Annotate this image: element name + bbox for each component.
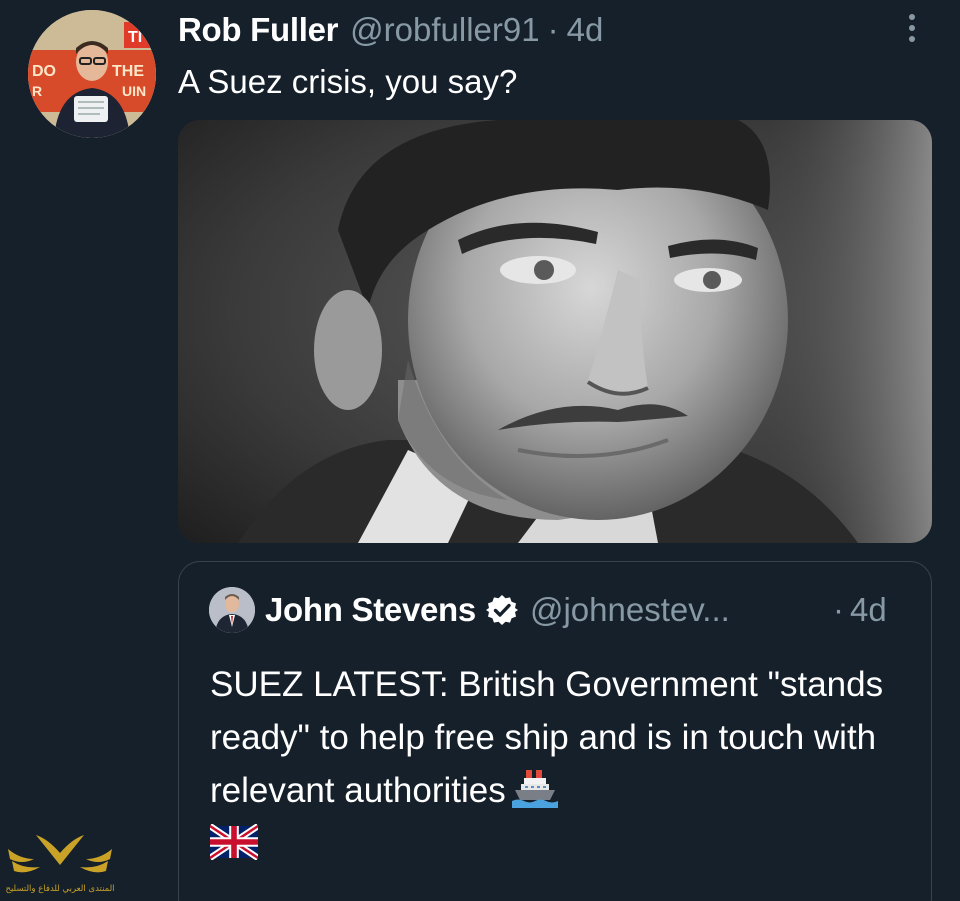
more-dot: [909, 36, 915, 42]
tweet-header: Rob Fuller @robfuller91 · 4d: [178, 8, 603, 52]
quoted-avatar-photo: [209, 587, 255, 633]
watermark-logo: المنتدى العربي للدفاع والتسليح: [0, 825, 120, 899]
quoted-tweet-text: SUEZ LATEST: British Government "stands …: [210, 658, 910, 817]
avatar-sign-text-3: THE: [112, 63, 144, 80]
tweet-timestamp[interactable]: 4d: [567, 11, 604, 49]
more-dot: [909, 14, 915, 20]
verified-badge-icon: [485, 594, 518, 626]
avatar-sign-text-4: R: [32, 83, 42, 99]
quoted-tweet-timestamp[interactable]: 4d: [850, 591, 887, 629]
svg-text:المنتدى العربي للدفاع والتسليح: المنتدى العربي للدفاع والتسليح: [5, 884, 114, 894]
more-options-icon[interactable]: [898, 10, 926, 46]
avatar-photo: TI DO THE R UIN: [28, 10, 156, 138]
tweet-view: TI DO THE R UIN Rob Fuller @robfuller91 …: [0, 0, 960, 901]
author-handle[interactable]: @robfuller91: [350, 11, 539, 49]
avatar-sign-text-2: DO: [32, 63, 56, 80]
quoted-tweet-header: John Stevens @johnestev...: [265, 588, 730, 632]
quoted-author-handle[interactable]: @johnestev...: [530, 591, 730, 629]
header-separator: ·: [547, 11, 559, 48]
author-name[interactable]: Rob Fuller: [178, 11, 338, 49]
avatar-sign-text-1: TI: [128, 29, 142, 46]
more-dot: [909, 25, 915, 31]
tweet-photo[interactable]: [178, 120, 932, 543]
quoted-separator: ·: [833, 591, 844, 628]
quoted-author-name[interactable]: John Stevens: [265, 591, 476, 629]
portrait-image: [178, 120, 932, 543]
quoted-tweet-card[interactable]: John Stevens @johnestev... · 4d SUEZ LAT…: [178, 561, 932, 901]
quoted-tweet-meta: · 4d: [833, 588, 887, 632]
tweet-text: A Suez crisis, you say?: [178, 63, 518, 100]
ship-icon: [511, 766, 558, 808]
avatar-sign-text-5: UIN: [122, 83, 146, 99]
uk-flag-icon: [210, 824, 258, 860]
quoted-author-avatar[interactable]: [209, 587, 255, 633]
author-avatar[interactable]: TI DO THE R UIN: [28, 10, 156, 138]
